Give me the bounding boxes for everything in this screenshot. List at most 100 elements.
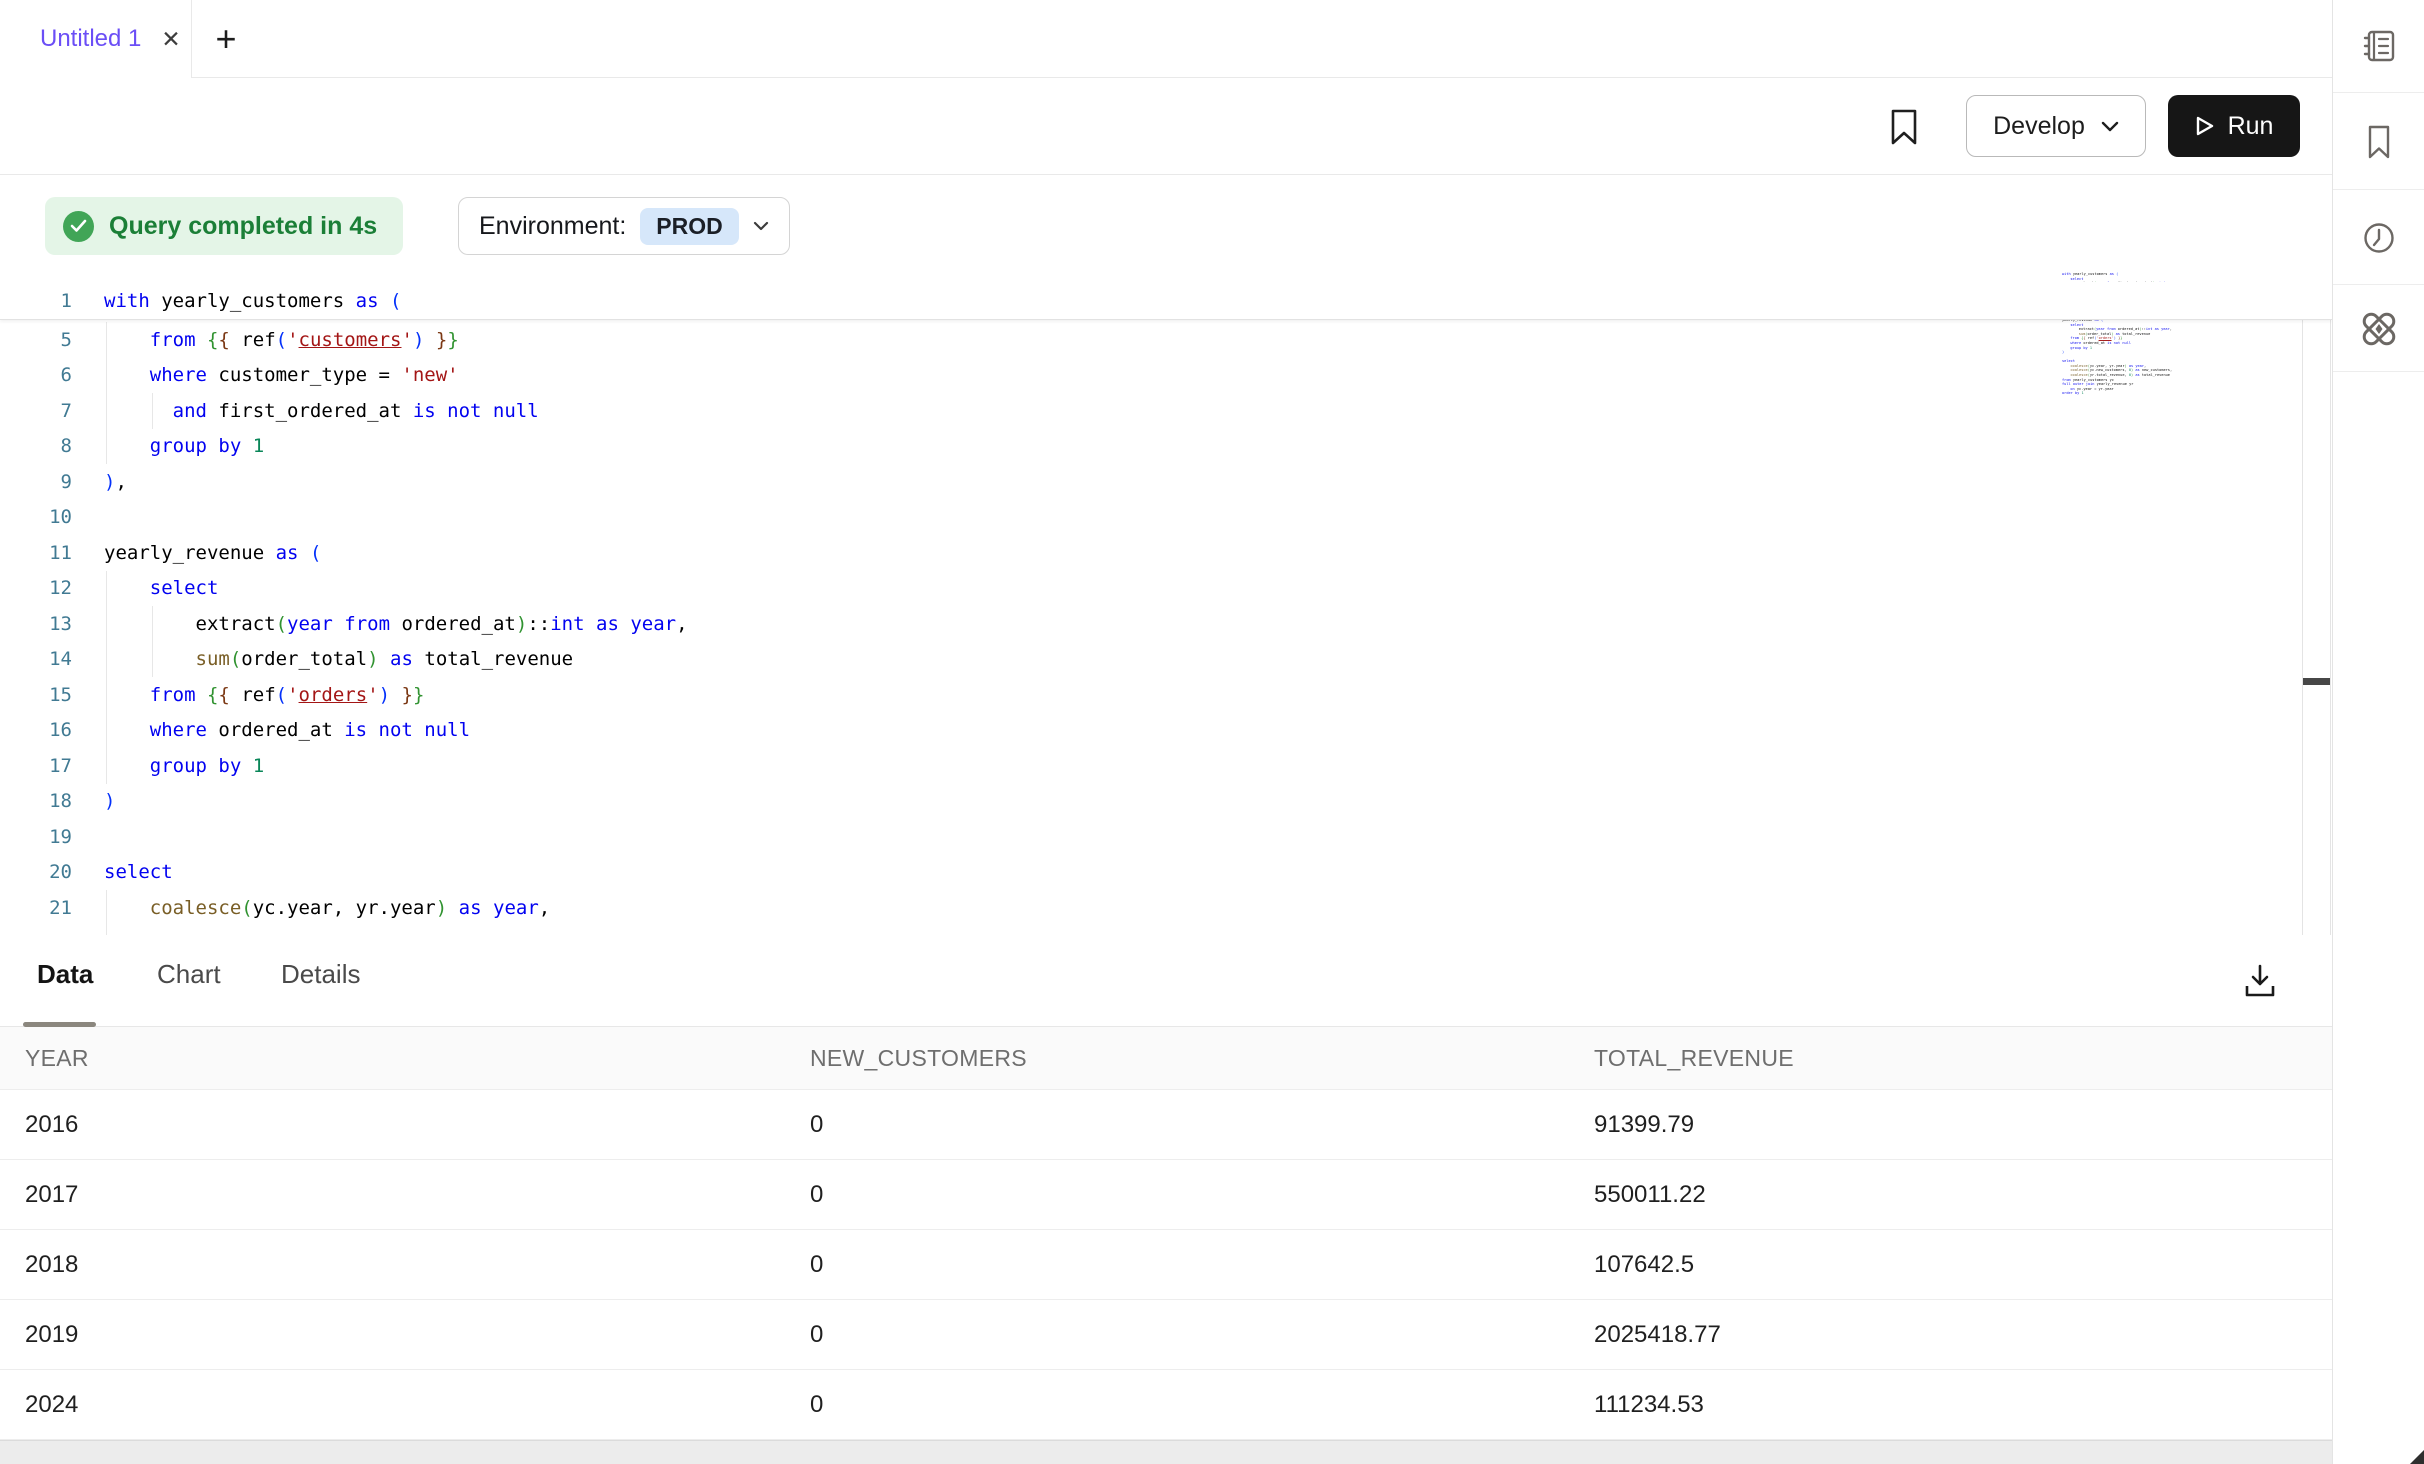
table-row[interactable]: 2016 0 91399.79: [0, 1090, 2332, 1160]
indent-guide: [106, 926, 107, 936]
indent-guide: [106, 890, 107, 926]
indent-guide: [152, 606, 153, 642]
cell-new-customers: 0: [810, 1321, 823, 1349]
ref-link[interactable]: orders: [299, 684, 368, 706]
column-header-new-customers[interactable]: NEW_CUSTOMERS: [810, 1045, 1027, 1072]
download-icon: [2243, 962, 2277, 1000]
editor-scrollbar[interactable]: [2302, 282, 2331, 935]
code-token: ): [104, 471, 115, 493]
bookmarks-panel-button[interactable]: [2333, 94, 2424, 190]
environment-value-badge: PROD: [640, 208, 738, 245]
code-token: 1: [253, 435, 264, 457]
table-row[interactable]: 2019 0 2025418.77: [0, 1300, 2332, 1370]
line-number: 1: [0, 290, 88, 312]
line-number: 6: [0, 364, 88, 386]
code-line[interactable]: 14sum(order_total) as total_revenue: [0, 642, 2300, 678]
indent-guide: [106, 642, 107, 678]
code-line[interactable]: 20select: [0, 855, 2300, 891]
code-token: ordered_at: [390, 613, 516, 635]
code-token: (: [241, 897, 252, 919]
code-token: [482, 897, 493, 919]
code-line[interactable]: 18): [0, 784, 2300, 820]
code-line[interactable]: 16where ordered_at is not null: [0, 713, 2300, 749]
environment-selector[interactable]: Environment: PROD: [458, 197, 790, 255]
code-token: ): [367, 648, 378, 670]
code-line[interactable]: 7and first_ordered_at is not null: [0, 393, 2300, 429]
tab-label: Untitled 1: [40, 25, 141, 53]
code-token: ': [287, 684, 298, 706]
develop-button[interactable]: Develop: [1966, 95, 2146, 157]
code-token: total_revenue: [413, 648, 573, 670]
notebook-icon: [2361, 28, 2397, 64]
lineage-panel-button[interactable]: [2333, 286, 2424, 372]
code-line[interactable]: 6where customer_type = 'new': [0, 358, 2300, 394]
code-token: (: [230, 648, 241, 670]
table-row[interactable]: 2024 0 111234.53: [0, 1370, 2332, 1440]
code-line[interactable]: 12select: [0, 571, 2300, 607]
download-button[interactable]: [2238, 959, 2282, 1003]
sticky-code-line[interactable]: 1with yearly_customers as (: [0, 282, 2332, 320]
code-line[interactable]: 1with yearly_customers as (: [0, 283, 401, 319]
code-line[interactable]: 21coalesce(yc.year, yr.year) as year,: [0, 890, 2300, 926]
code-token: customer_type =: [207, 364, 401, 386]
horizontal-scrollbar-track[interactable]: [0, 1440, 2332, 1464]
code-line[interactable]: 8group by 1: [0, 429, 2300, 465]
cell-total-revenue: 111234.53: [1594, 1391, 1704, 1419]
scrollbar-thumb[interactable]: [2303, 678, 2330, 685]
code-token: year: [287, 613, 333, 635]
run-label: Run: [2228, 112, 2274, 141]
code-token: [196, 684, 207, 706]
code-token: select: [104, 861, 173, 883]
code-line[interactable]: 15from {{ ref('orders') }}: [0, 677, 2300, 713]
environment-label: Environment:: [479, 212, 626, 241]
bookmark-button[interactable]: [1882, 104, 1926, 150]
code-token: [447, 897, 458, 919]
code-token: ): [436, 897, 447, 919]
resize-corner-handle[interactable]: [2410, 1450, 2424, 1464]
indent-guide: [106, 571, 107, 607]
code-line[interactable]: 9),: [0, 464, 2300, 500]
code-token: [585, 613, 596, 635]
table-row[interactable]: 2018 0 107642.5: [0, 1230, 2332, 1300]
code-lines[interactable]: 5from {{ ref('customers') }}6where custo…: [0, 322, 2300, 935]
code-token: as: [596, 613, 619, 635]
run-button[interactable]: Run: [2168, 95, 2300, 157]
indent-guide: [106, 429, 107, 465]
query-status-pill: Query completed in 4s: [45, 197, 403, 255]
new-tab-button[interactable]: +: [200, 0, 252, 78]
tab-untitled-1[interactable]: Untitled 1 ✕: [0, 0, 192, 78]
notebook-panel-button[interactable]: [2333, 0, 2424, 93]
tab-data[interactable]: Data: [37, 959, 93, 990]
close-icon[interactable]: ✕: [161, 26, 180, 53]
tab-chart[interactable]: Chart: [157, 959, 221, 990]
indent-guide: [106, 393, 107, 429]
code-token: sum: [196, 648, 230, 670]
code-line[interactable]: 13extract(year from ordered_at)::int as …: [0, 606, 2300, 642]
code-token: (: [390, 290, 401, 312]
code-token: }: [436, 329, 447, 351]
code-line[interactable]: 19: [0, 819, 2300, 855]
history-panel-button[interactable]: [2333, 191, 2424, 285]
table-row[interactable]: 2017 0 550011.22: [0, 1160, 2332, 1230]
column-header-year[interactable]: YEAR: [25, 1045, 89, 1072]
column-header-total-revenue[interactable]: TOTAL_REVENUE: [1594, 1045, 1794, 1072]
code-line[interactable]: 17group by 1: [0, 748, 2300, 784]
code-token: ): [104, 790, 115, 812]
code-line[interactable]: 11yearly_revenue as (: [0, 535, 2300, 571]
code-token: {: [218, 329, 229, 351]
ref-link[interactable]: customers: [299, 329, 402, 351]
sql-editor[interactable]: Query completed in 4s Environment: PROD …: [0, 175, 2332, 935]
indent-guide: [106, 322, 107, 358]
code-line[interactable]: 5from {{ ref('customers') }}: [0, 322, 2300, 358]
indent-guide: [152, 393, 153, 429]
code-token: }: [413, 684, 424, 706]
code-token: with: [104, 290, 150, 312]
cell-year: 2016: [25, 1111, 78, 1139]
tab-details[interactable]: Details: [281, 959, 360, 990]
code-line[interactable]: 22coalesce(yc.new_customers, 0) as new_c…: [0, 926, 2300, 936]
develop-label: Develop: [1993, 112, 2085, 141]
code-token: ': [402, 329, 413, 351]
line-number: 17: [0, 755, 88, 777]
code-token: from: [150, 684, 196, 706]
code-line[interactable]: 10: [0, 500, 2300, 536]
